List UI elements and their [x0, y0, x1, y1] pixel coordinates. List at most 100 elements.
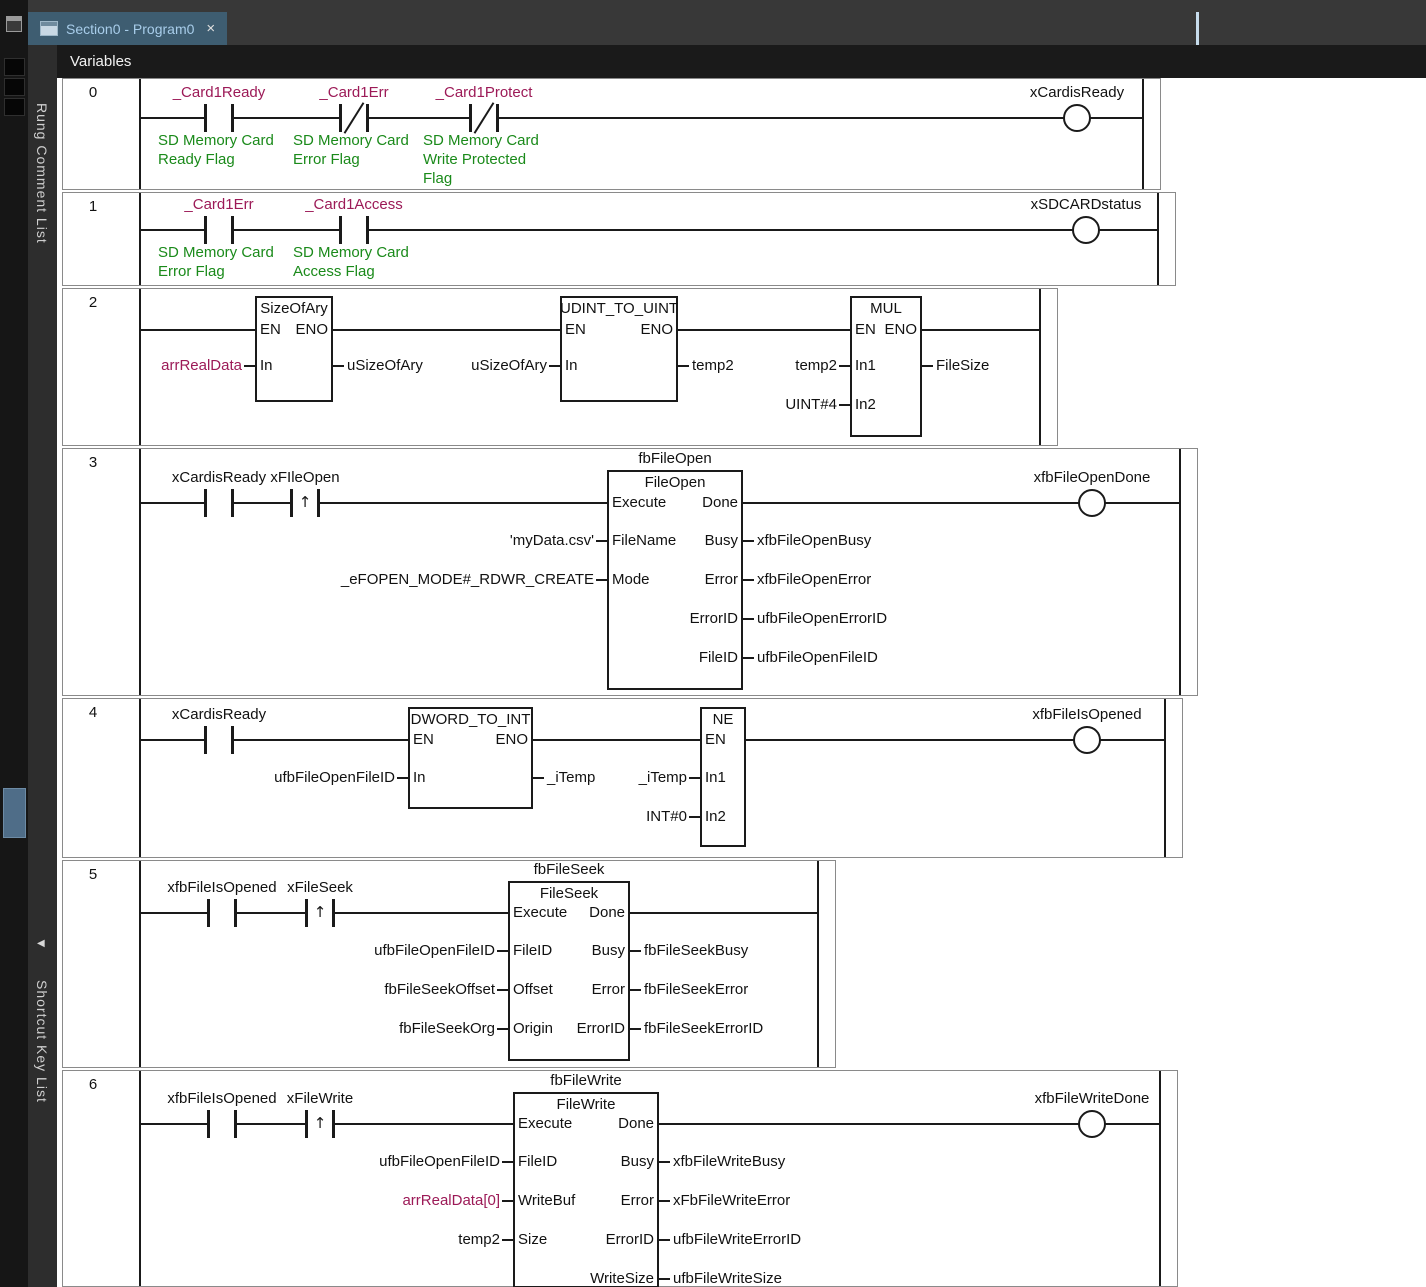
- operand-input[interactable]: arrRealData[0]: [142, 1191, 500, 1210]
- operand-output[interactable]: ufbFileWriteSize: [673, 1269, 782, 1287]
- contact-p[interactable]: ↑: [305, 899, 335, 927]
- operand-output[interactable]: xfbFileOpenBusy: [757, 531, 871, 550]
- pin-wire: [743, 579, 754, 581]
- coil[interactable]: [1078, 1110, 1106, 1138]
- coil-label[interactable]: xfbFileWriteDone: [962, 1089, 1222, 1108]
- operand-output[interactable]: fbFileSeekError: [644, 980, 748, 999]
- wire: [140, 739, 1165, 741]
- contact-label[interactable]: xFileWrite: [210, 1089, 430, 1108]
- coil-label[interactable]: xSDCARDstatus: [956, 195, 1216, 214]
- contact-nc[interactable]: [469, 102, 499, 134]
- coil-label[interactable]: xfbFileIsOpened: [957, 705, 1217, 724]
- rung-number: 2: [88, 294, 98, 311]
- operand-input[interactable]: fbFileSeekOffset: [137, 980, 495, 999]
- fb-pin-label: FileID: [698, 649, 738, 666]
- operand-output[interactable]: xfbFileOpenError: [757, 570, 871, 589]
- fb-title: DWORD_TO_INT: [410, 711, 531, 728]
- fb-pin-label: Done: [618, 1115, 654, 1132]
- fb-pin-label: ENO: [640, 321, 673, 338]
- rung-number: 5: [88, 866, 98, 883]
- contact-no[interactable]: [204, 216, 234, 244]
- operand-output[interactable]: FileSize: [936, 356, 989, 375]
- fb-pin-label: Error: [591, 981, 625, 998]
- coil-label[interactable]: xCardisReady: [947, 83, 1207, 102]
- operand-input[interactable]: UINT#4: [479, 395, 837, 414]
- contact-no[interactable]: [204, 489, 234, 517]
- contact-nc[interactable]: [339, 102, 369, 134]
- rising-edge-arrow-icon: ↑: [298, 493, 312, 511]
- contact-bar: [469, 104, 472, 132]
- coil[interactable]: [1078, 489, 1106, 517]
- pin-wire: [502, 1239, 513, 1241]
- pin-wire: [922, 365, 933, 367]
- fb-pin-label: WriteBuf: [518, 1192, 576, 1209]
- contact-bar: [339, 216, 342, 244]
- contact-label[interactable]: _Card1Access: [244, 195, 464, 214]
- operand-input[interactable]: INT#0: [329, 807, 687, 826]
- operand-output[interactable]: xFbFileWriteError: [673, 1191, 790, 1210]
- operand-output[interactable]: fbFileSeekErrorID: [644, 1019, 763, 1038]
- operand-output[interactable]: fbFileSeekBusy: [644, 941, 748, 960]
- contact-label[interactable]: xCardisReady: [109, 705, 329, 724]
- coil[interactable]: [1063, 104, 1091, 132]
- contact-p[interactable]: ↑: [290, 489, 320, 517]
- contact-bar: [207, 899, 210, 927]
- fb-title: FileWrite: [556, 1096, 616, 1113]
- rung-number: 0: [88, 84, 98, 101]
- fb-pin-label: Error: [620, 1192, 654, 1209]
- pin-wire: [630, 989, 641, 991]
- fb-pin-label: Busy: [704, 532, 738, 549]
- fb-pin-label: EN: [565, 321, 586, 338]
- operand-input[interactable]: temp2: [142, 1230, 500, 1249]
- pin-wire: [497, 1028, 508, 1030]
- contact-label[interactable]: xFileSeek: [210, 878, 430, 897]
- contact-no[interactable]: [207, 899, 237, 927]
- contact-no[interactable]: [207, 1110, 237, 1138]
- fb-pin-label: WriteSize: [590, 1270, 654, 1287]
- fb-pin-label: ENO: [495, 731, 528, 748]
- fb-instance-name[interactable]: fbFileWrite: [436, 1071, 736, 1090]
- contact-no[interactable]: [204, 104, 234, 132]
- pin-wire: [659, 1200, 670, 1202]
- wire: [140, 117, 1143, 119]
- pin-wire: [596, 579, 607, 581]
- contact-no[interactable]: [204, 726, 234, 754]
- fb-pin-label: FileID: [518, 1153, 558, 1170]
- fb-pin-label: Mode: [612, 571, 650, 588]
- rung-number: 1: [88, 198, 98, 215]
- contact-bar: [366, 104, 369, 132]
- contact-label[interactable]: _Card1Protect: [374, 83, 594, 102]
- contact-bar: [207, 1110, 210, 1138]
- operand-input[interactable]: 'myData.csv': [236, 531, 594, 550]
- fb-pin-label: ErrorID: [576, 1020, 625, 1037]
- operand-output[interactable]: ufbFileOpenErrorID: [757, 609, 887, 628]
- fb-instance-name[interactable]: fbFileOpen: [525, 449, 825, 468]
- operand-input[interactable]: fbFileSeekOrg: [137, 1019, 495, 1038]
- operand-input[interactable]: _iTemp: [329, 768, 687, 787]
- contact-p[interactable]: ↑: [305, 1110, 335, 1138]
- rung-number: 3: [88, 454, 98, 471]
- operand-input[interactable]: ufbFileOpenFileID: [137, 941, 495, 960]
- coil[interactable]: [1073, 726, 1101, 754]
- fb-title: UDINT_TO_UINT: [560, 300, 679, 317]
- rising-edge-arrow-icon: ↑: [313, 903, 327, 921]
- operand-input[interactable]: ufbFileOpenFileID: [142, 1152, 500, 1171]
- contact-label[interactable]: xFIleOpen: [195, 468, 415, 487]
- operand-output[interactable]: ufbFileWriteErrorID: [673, 1230, 801, 1249]
- fb-pin-label: Size: [518, 1231, 548, 1248]
- operand-output[interactable]: ufbFileOpenFileID: [757, 648, 878, 667]
- contact-no[interactable]: [339, 216, 369, 244]
- operand-input[interactable]: temp2: [479, 356, 837, 375]
- operand-output[interactable]: xfbFileWriteBusy: [673, 1152, 785, 1171]
- fb-title: NE: [712, 711, 734, 728]
- pin-wire: [497, 989, 508, 991]
- contact-bar: [204, 104, 207, 132]
- coil-label[interactable]: xfbFileOpenDone: [962, 468, 1222, 487]
- coil[interactable]: [1072, 216, 1100, 244]
- rung-number: 6: [88, 1076, 98, 1093]
- nc-slash-icon: [473, 102, 495, 134]
- fb-instance-name[interactable]: fbFileSeek: [419, 860, 719, 879]
- operand-input[interactable]: _eFOPEN_MODE#_RDWR_CREATE: [236, 570, 594, 589]
- right-power-rail: [817, 861, 819, 1067]
- fb-title: MUL: [870, 300, 902, 317]
